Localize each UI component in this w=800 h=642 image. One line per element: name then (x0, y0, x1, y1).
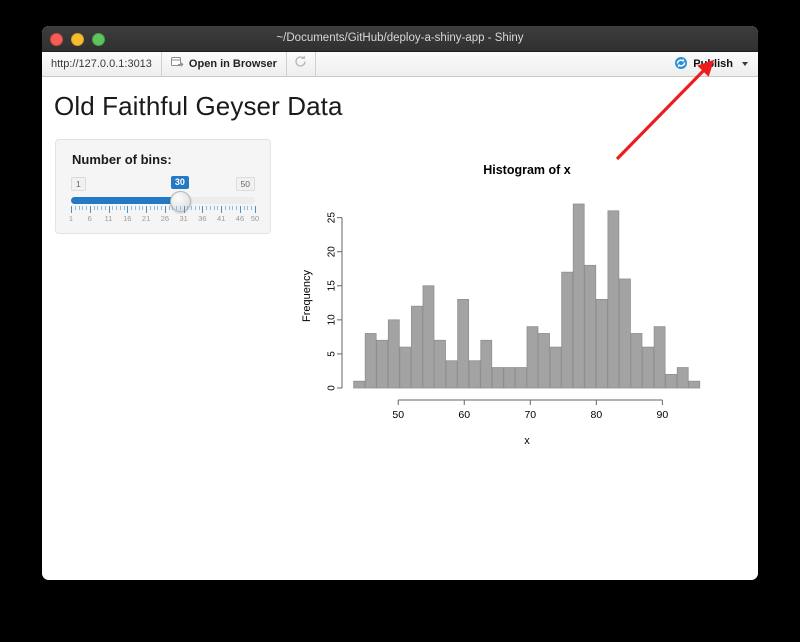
slider-tick-label: 26 (161, 214, 169, 223)
y-tick-label: 10 (327, 314, 338, 326)
slider-min-label: 1 (71, 177, 86, 191)
histogram-bar (654, 327, 665, 388)
slider-value-bubble: 30 (171, 176, 189, 189)
histogram-bar (481, 340, 492, 388)
slider-tick-label: 6 (88, 214, 92, 223)
histogram-plot: Histogram of x 0 5 10 15 20 25 Frequency 50 60 70 8… (290, 152, 710, 452)
histogram-bar (400, 347, 411, 388)
y-tick-label: 15 (327, 280, 338, 292)
histogram-bar (608, 211, 619, 388)
x-tick-label: 80 (590, 409, 602, 421)
chevron-down-icon[interactable] (742, 62, 748, 66)
slider-tick-labels: 16111621263136414650 (71, 214, 255, 225)
slider-tick-label: 11 (105, 214, 113, 223)
x-tick-label: 90 (657, 409, 669, 421)
slider-tick-label: 36 (198, 214, 206, 223)
histogram-bar (492, 368, 503, 388)
histogram-bar (435, 340, 446, 388)
y-tick-label: 25 (327, 212, 338, 224)
slider-tick-label: 50 (251, 214, 259, 223)
histogram-bar (619, 279, 630, 388)
histogram-bar (539, 333, 550, 388)
y-tick-label: 20 (327, 246, 338, 258)
refresh-button[interactable] (287, 52, 316, 76)
x-tick-label: 70 (524, 409, 536, 421)
histogram-bar (585, 265, 596, 388)
publish-icon (674, 56, 688, 73)
open-in-browser-label: Open in Browser (189, 58, 277, 70)
slider-tick-label: 21 (142, 214, 150, 223)
browser-window-icon (171, 57, 184, 71)
histogram-bar (573, 204, 584, 388)
histogram-bar (527, 327, 538, 388)
y-tick-label: 0 (327, 385, 338, 391)
slider-label: Number of bins: (72, 152, 172, 167)
slider-tick-label: 31 (179, 214, 187, 223)
histogram-svg: Histogram of x 0 5 10 15 20 25 Frequency 50 60 70 8… (290, 152, 710, 452)
slider-tick-label: 41 (217, 214, 225, 223)
window-title: ~/Documents/GitHub/deploy-a-shiny-app - … (42, 26, 758, 51)
x-axis-label: x (524, 435, 530, 447)
shiny-app-body: Old Faithful Geyser Data Number of bins:… (42, 77, 758, 580)
open-in-browser-button[interactable]: Open in Browser (162, 52, 287, 76)
page-title: Old Faithful Geyser Data (54, 91, 343, 122)
chart-title: Histogram of x (483, 163, 571, 177)
histogram-bar (388, 320, 399, 388)
slider-track[interactable] (71, 197, 255, 204)
viewer-toolbar: http://127.0.0.1:3013 Open in Browser (42, 52, 758, 77)
histogram-bar (469, 361, 480, 388)
slider-max-label: 50 (236, 177, 255, 191)
url-text[interactable]: http://127.0.0.1:3013 (42, 52, 162, 76)
histogram-bar (689, 381, 700, 388)
histogram-bar (643, 347, 654, 388)
window-titlebar: ~/Documents/GitHub/deploy-a-shiny-app - … (42, 26, 758, 52)
screen: ~/Documents/GitHub/deploy-a-shiny-app - … (0, 0, 800, 642)
refresh-icon (294, 55, 307, 73)
slider-fill (71, 197, 180, 204)
histogram-bar (458, 299, 469, 388)
histogram-bar (365, 333, 376, 388)
histogram-bar (411, 306, 422, 388)
publish-label: Publish (693, 58, 733, 70)
histogram-bar (562, 272, 573, 388)
slider-ticks (71, 206, 255, 213)
histogram-bar (666, 374, 677, 388)
y-axis-label: Frequency (301, 270, 313, 322)
histogram-bar (354, 381, 365, 388)
slider-tick-label: 46 (236, 214, 244, 223)
histogram-bar (423, 286, 434, 388)
x-tick-label: 60 (458, 409, 470, 421)
slider-tick-label: 1 (69, 214, 73, 223)
histogram-bar (377, 340, 388, 388)
histogram-bar (504, 368, 515, 388)
histogram-bar (446, 361, 457, 388)
slider-tick-label: 16 (123, 214, 131, 223)
histogram-bar (631, 333, 642, 388)
histogram-bar (677, 368, 688, 388)
shiny-viewer-window: ~/Documents/GitHub/deploy-a-shiny-app - … (42, 26, 758, 580)
x-tick-label: 50 (392, 409, 404, 421)
slider-panel: Number of bins: 1 50 30 1611162126313641… (55, 139, 271, 234)
histogram-bar (550, 347, 561, 388)
histogram-bar (596, 299, 607, 388)
publish-button[interactable]: Publish (670, 52, 754, 76)
histogram-bar (515, 368, 526, 388)
y-tick-label: 5 (327, 351, 338, 357)
